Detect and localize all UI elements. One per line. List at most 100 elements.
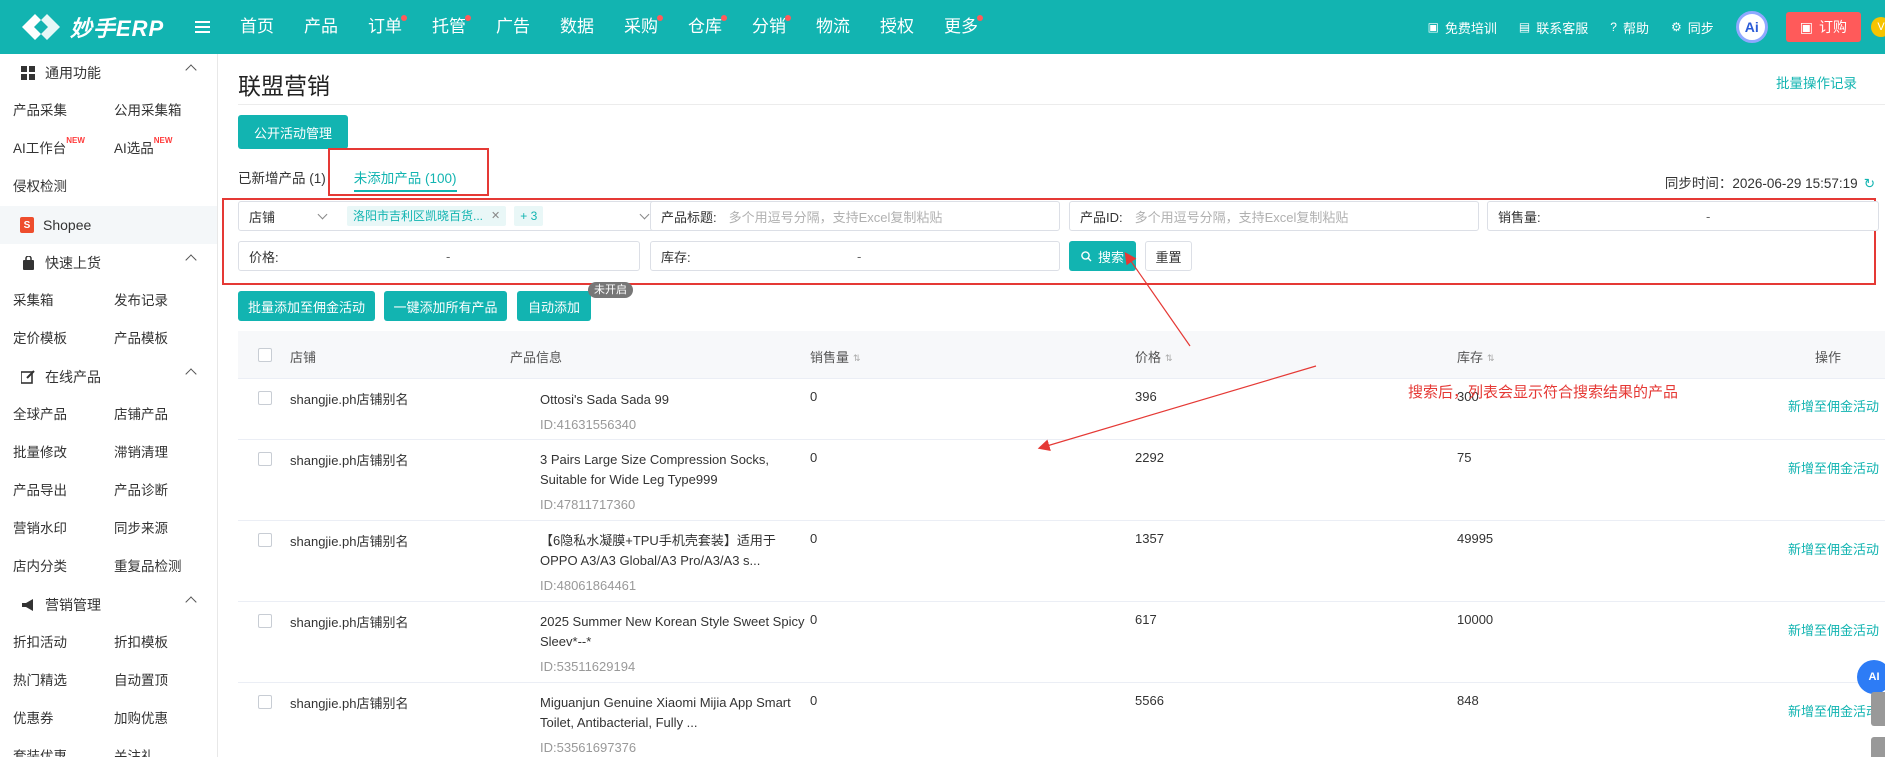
row-product-title[interactable]: 3 Pairs Large Size Compression Socks, Su… [540,450,810,490]
free-training-label: 免费培训 [1444,20,1497,36]
menu-toggle-icon[interactable] [195,21,219,33]
row-product-title[interactable]: Miguanjun Genuine Xiaomi Mijia App Smart… [540,693,810,733]
sidebar-item-follow-prize[interactable]: 关注礼 [114,738,215,757]
sidebar-section-online-products[interactable]: 在线产品 [0,358,217,396]
sidebar-item-product-template[interactable]: 产品模板 [114,320,215,358]
sidebar-item-infringement-check[interactable]: 侵权检测 [0,168,217,206]
row-product-title[interactable]: 【6隐私水凝膜+TPU手机壳套装】适用于OPPO A3/A3 Global/A3… [540,531,810,571]
header-product: 产品信息 [510,350,563,365]
sidebar-item-hot-picks[interactable]: 热门精选 [13,662,114,700]
nav-item-distribution[interactable]: 分销 [737,0,801,54]
sync-link[interactable]: ⚙ 同步 [1671,18,1714,37]
header-stock[interactable]: 库存 ⇅ [1457,347,1495,366]
nav-item-purchase[interactable]: 采购 [609,0,673,54]
sidebar-section-quick-listing[interactable]: 快速上货 [0,244,217,282]
help-link[interactable]: ? 帮助 [1610,18,1649,37]
logo[interactable]: 妙手ERP [0,10,185,44]
row-checkbox[interactable] [258,533,272,547]
add-to-commission-link[interactable]: 新增至佣金活动 [1788,458,1879,477]
chevron-up-icon [185,596,197,608]
sidebar-item-label: 关注礼 [114,749,155,757]
nav-item-authorize[interactable]: 授权 [865,0,929,54]
sidebar-item-collect-box[interactable]: 采集箱 [13,282,114,320]
row-sales: 0 [810,612,818,627]
refresh-icon[interactable]: ↻ [1864,176,1875,191]
auto-add-button[interactable]: 自动添加 [517,291,591,321]
sidebar-item-duplicate-check[interactable]: 重复品检测 [114,548,215,586]
header-sales[interactable]: 销售量 ⇅ [810,347,861,366]
sidebar-item-global-products[interactable]: 全球产品 [13,396,114,434]
floating-side-tab[interactable] [1871,737,1885,757]
row-checkbox[interactable] [258,391,272,405]
floating-side-tab[interactable] [1871,692,1885,726]
row-product-title[interactable]: 2025 Summer New Korean Style Sweet Spicy… [540,612,810,652]
search-button[interactable]: 搜索 [1069,241,1136,271]
add-to-commission-link[interactable]: 新增至佣金活动 [1788,701,1879,720]
nav-item-data[interactable]: 数据 [545,0,609,54]
sidebar-platform-shopee[interactable]: S Shopee [0,206,217,244]
logo-mark-icon [22,14,60,40]
reset-button[interactable]: 重置 [1145,241,1192,271]
add-to-commission-link[interactable]: 新增至佣金活动 [1788,396,1879,415]
header-price-label: 价格 [1135,350,1162,365]
add-all-button[interactable]: 一键添加所有产品 [384,291,507,321]
sidebar-item-sync-source[interactable]: 同步来源 [114,510,215,548]
sidebar-item-auto-bump[interactable]: 自动置顶 [114,662,215,700]
select-all-checkbox[interactable] [258,348,272,362]
sidebar-item-product-export[interactable]: 产品导出 [13,472,114,510]
sidebar-item-discount-activity[interactable]: 折扣活动 [13,624,114,662]
row-checkbox[interactable] [258,452,272,466]
row-product-title[interactable]: Ottosi's Sada Sada 99 [540,390,810,410]
sidebar-item-discount-template[interactable]: 折扣模板 [114,624,215,662]
nav-item-logistics[interactable]: 物流 [801,0,865,54]
nav-item-product[interactable]: 产品 [289,0,353,54]
sales-range-field[interactable]: 销售量: - [1487,201,1879,231]
sidebar-item-slow-clear[interactable]: 滞销清理 [114,434,215,472]
nav-item-more[interactable]: 更多 [929,0,993,54]
sidebar-item-batch-edit[interactable]: 批量修改 [13,434,114,472]
sidebar-section-general[interactable]: 通用功能 [0,54,217,92]
store-tag[interactable]: 洛阳市吉利区凯晓百货... ✕ [347,206,507,226]
stock-range-field[interactable]: 库存: - [650,241,1060,271]
nav-item-ads[interactable]: 广告 [481,0,545,54]
vip-icon[interactable]: V [1871,17,1885,37]
sidebar-item-watermark[interactable]: 营销水印 [13,510,114,548]
nav-item-order[interactable]: 订单 [353,0,417,54]
ai-assistant-button[interactable]: Ai [1735,11,1768,43]
add-to-commission-link[interactable]: 新增至佣金活动 [1788,620,1879,639]
public-activity-button[interactable]: 公开活动管理 [238,115,348,149]
nav-item-hosting[interactable]: 托管 [417,0,481,54]
sidebar-section-marketing[interactable]: 营销管理 [0,586,217,624]
row-product-id: ID:48061864461 [540,578,637,593]
title-search-field[interactable]: 产品标题: 多个用逗号分隔，支持Excel复制粘贴 [650,201,1060,231]
price-range-field[interactable]: 价格: - [238,241,640,271]
sidebar-item-ai-workbench[interactable]: AI工作台 NEW [13,130,114,168]
batch-log-link[interactable]: 批量操作记录 [1776,72,1857,92]
nav-label: 物流 [816,17,850,36]
sidebar-item-store-products[interactable]: 店铺产品 [114,396,215,434]
contact-support-link[interactable]: ▤ 联系客服 [1519,18,1588,37]
product-id-field[interactable]: 产品ID: 多个用逗号分隔，支持Excel复制粘贴 [1069,201,1479,231]
sidebar-item-pricing-template[interactable]: 定价模板 [13,320,114,358]
row-checkbox[interactable] [258,614,272,628]
row-checkbox[interactable] [258,695,272,709]
sidebar-item-store-category[interactable]: 店内分类 [13,548,114,586]
nav-item-warehouse[interactable]: 仓库 [673,0,737,54]
sidebar-item-ai-selection[interactable]: AI选品 NEW [114,130,215,168]
close-icon[interactable]: ✕ [491,206,500,226]
free-training-link[interactable]: ▣ 免费培训 [1428,18,1497,37]
sidebar-item-product-collect[interactable]: 产品采集 [13,92,114,130]
sidebar-item-coupons[interactable]: 优惠券 [13,700,114,738]
batch-add-button[interactable]: 批量添加至佣金活动 [238,291,375,321]
order-button[interactable]: ▣ 订购 [1785,12,1861,42]
sidebar-item-bundle-deal[interactable]: 套装优惠 [13,738,114,757]
store-select[interactable]: 店铺 洛阳市吉利区凯晓百货... ✕ + 3 [238,201,660,231]
header-price[interactable]: 价格 ⇅ [1135,347,1173,366]
sidebar-item-addon-deal[interactable]: 加购优惠 [114,700,215,738]
tab-added-products[interactable]: 已新增产品 (1) [238,166,326,192]
sidebar-item-product-diagnosis[interactable]: 产品诊断 [114,472,215,510]
floating-ai-button[interactable]: AI [1857,660,1885,694]
sidebar-item-publish-log[interactable]: 发布记录 [114,282,215,320]
nav-item-home[interactable]: 首页 [225,0,289,54]
add-to-commission-link[interactable]: 新增至佣金活动 [1788,539,1879,558]
